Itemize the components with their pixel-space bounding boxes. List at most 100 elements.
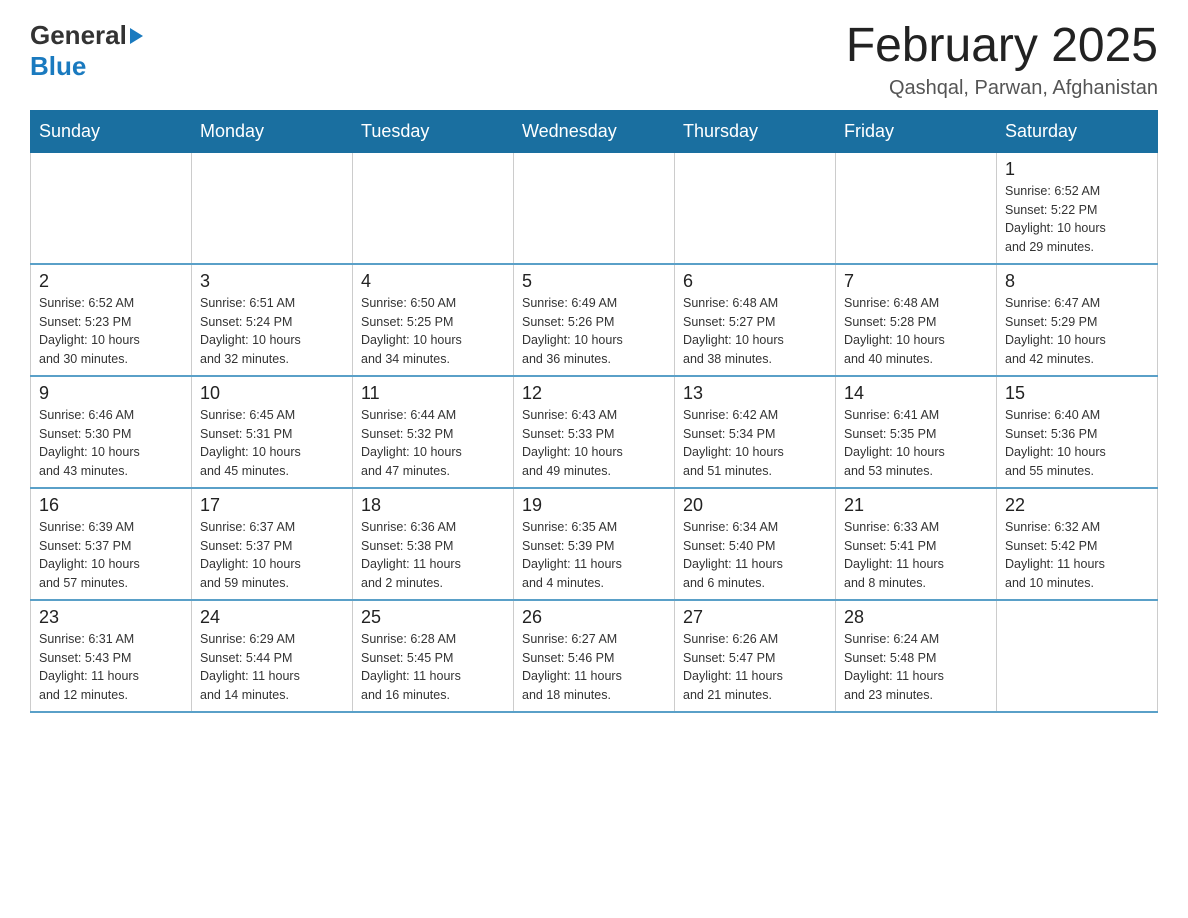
page-header: General Blue February 2025 Qashqal, Parw… [30,20,1158,100]
calendar-cell: 18Sunrise: 6:36 AM Sunset: 5:38 PM Dayli… [353,488,514,600]
calendar-cell: 15Sunrise: 6:40 AM Sunset: 5:36 PM Dayli… [997,376,1158,488]
day-info: Sunrise: 6:52 AM Sunset: 5:22 PM Dayligh… [1005,182,1149,257]
day-number: 5 [522,271,666,292]
day-info: Sunrise: 6:36 AM Sunset: 5:38 PM Dayligh… [361,518,505,593]
calendar-cell: 2Sunrise: 6:52 AM Sunset: 5:23 PM Daylig… [31,264,192,376]
day-info: Sunrise: 6:43 AM Sunset: 5:33 PM Dayligh… [522,406,666,481]
day-info: Sunrise: 6:24 AM Sunset: 5:48 PM Dayligh… [844,630,988,705]
day-info: Sunrise: 6:45 AM Sunset: 5:31 PM Dayligh… [200,406,344,481]
calendar-cell [192,152,353,264]
day-number: 20 [683,495,827,516]
calendar-cell: 13Sunrise: 6:42 AM Sunset: 5:34 PM Dayli… [675,376,836,488]
calendar-week-row: 16Sunrise: 6:39 AM Sunset: 5:37 PM Dayli… [31,488,1158,600]
day-info: Sunrise: 6:39 AM Sunset: 5:37 PM Dayligh… [39,518,183,593]
calendar-cell: 19Sunrise: 6:35 AM Sunset: 5:39 PM Dayli… [514,488,675,600]
day-number: 6 [683,271,827,292]
logo: General Blue [30,20,143,82]
day-info: Sunrise: 6:52 AM Sunset: 5:23 PM Dayligh… [39,294,183,369]
calendar-cell: 14Sunrise: 6:41 AM Sunset: 5:35 PM Dayli… [836,376,997,488]
day-info: Sunrise: 6:32 AM Sunset: 5:42 PM Dayligh… [1005,518,1149,593]
calendar-cell: 10Sunrise: 6:45 AM Sunset: 5:31 PM Dayli… [192,376,353,488]
day-info: Sunrise: 6:41 AM Sunset: 5:35 PM Dayligh… [844,406,988,481]
day-info: Sunrise: 6:37 AM Sunset: 5:37 PM Dayligh… [200,518,344,593]
day-number: 12 [522,383,666,404]
calendar-cell: 17Sunrise: 6:37 AM Sunset: 5:37 PM Dayli… [192,488,353,600]
calendar-title: February 2025 [846,20,1158,73]
calendar-cell: 5Sunrise: 6:49 AM Sunset: 5:26 PM Daylig… [514,264,675,376]
calendar-week-row: 9Sunrise: 6:46 AM Sunset: 5:30 PM Daylig… [31,376,1158,488]
day-info: Sunrise: 6:46 AM Sunset: 5:30 PM Dayligh… [39,406,183,481]
calendar-cell: 28Sunrise: 6:24 AM Sunset: 5:48 PM Dayli… [836,600,997,712]
day-number: 22 [1005,495,1149,516]
day-info: Sunrise: 6:48 AM Sunset: 5:27 PM Dayligh… [683,294,827,369]
day-info: Sunrise: 6:49 AM Sunset: 5:26 PM Dayligh… [522,294,666,369]
day-info: Sunrise: 6:47 AM Sunset: 5:29 PM Dayligh… [1005,294,1149,369]
calendar-cell: 12Sunrise: 6:43 AM Sunset: 5:33 PM Dayli… [514,376,675,488]
day-number: 3 [200,271,344,292]
calendar-cell: 3Sunrise: 6:51 AM Sunset: 5:24 PM Daylig… [192,264,353,376]
day-info: Sunrise: 6:28 AM Sunset: 5:45 PM Dayligh… [361,630,505,705]
calendar-cell: 22Sunrise: 6:32 AM Sunset: 5:42 PM Dayli… [997,488,1158,600]
day-info: Sunrise: 6:51 AM Sunset: 5:24 PM Dayligh… [200,294,344,369]
calendar-cell: 9Sunrise: 6:46 AM Sunset: 5:30 PM Daylig… [31,376,192,488]
calendar-cell: 4Sunrise: 6:50 AM Sunset: 5:25 PM Daylig… [353,264,514,376]
day-number: 26 [522,607,666,628]
calendar-cell: 25Sunrise: 6:28 AM Sunset: 5:45 PM Dayli… [353,600,514,712]
day-number: 2 [39,271,183,292]
weekday-header-wednesday: Wednesday [514,110,675,152]
calendar-cell: 26Sunrise: 6:27 AM Sunset: 5:46 PM Dayli… [514,600,675,712]
day-info: Sunrise: 6:33 AM Sunset: 5:41 PM Dayligh… [844,518,988,593]
day-number: 19 [522,495,666,516]
weekday-header-friday: Friday [836,110,997,152]
day-info: Sunrise: 6:27 AM Sunset: 5:46 PM Dayligh… [522,630,666,705]
weekday-header-sunday: Sunday [31,110,192,152]
title-block: February 2025 Qashqal, Parwan, Afghanist… [846,20,1158,100]
weekday-header-tuesday: Tuesday [353,110,514,152]
day-number: 14 [844,383,988,404]
calendar-cell [836,152,997,264]
calendar-table: SundayMondayTuesdayWednesdayThursdayFrid… [30,110,1158,713]
calendar-cell: 11Sunrise: 6:44 AM Sunset: 5:32 PM Dayli… [353,376,514,488]
day-number: 24 [200,607,344,628]
calendar-week-row: 1Sunrise: 6:52 AM Sunset: 5:22 PM Daylig… [31,152,1158,264]
day-info: Sunrise: 6:31 AM Sunset: 5:43 PM Dayligh… [39,630,183,705]
calendar-cell: 24Sunrise: 6:29 AM Sunset: 5:44 PM Dayli… [192,600,353,712]
calendar-cell: 21Sunrise: 6:33 AM Sunset: 5:41 PM Dayli… [836,488,997,600]
day-number: 16 [39,495,183,516]
day-number: 9 [39,383,183,404]
day-number: 18 [361,495,505,516]
logo-blue-text: Blue [30,51,86,81]
calendar-header-row: SundayMondayTuesdayWednesdayThursdayFrid… [31,110,1158,152]
calendar-cell [353,152,514,264]
day-number: 23 [39,607,183,628]
weekday-header-monday: Monday [192,110,353,152]
day-number: 1 [1005,159,1149,180]
calendar-cell: 16Sunrise: 6:39 AM Sunset: 5:37 PM Dayli… [31,488,192,600]
logo-general-text: General [30,20,127,51]
day-number: 28 [844,607,988,628]
weekday-header-saturday: Saturday [997,110,1158,152]
day-info: Sunrise: 6:42 AM Sunset: 5:34 PM Dayligh… [683,406,827,481]
calendar-cell: 7Sunrise: 6:48 AM Sunset: 5:28 PM Daylig… [836,264,997,376]
day-info: Sunrise: 6:26 AM Sunset: 5:47 PM Dayligh… [683,630,827,705]
logo-arrow-icon [130,28,143,44]
calendar-cell [675,152,836,264]
calendar-cell: 27Sunrise: 6:26 AM Sunset: 5:47 PM Dayli… [675,600,836,712]
day-info: Sunrise: 6:40 AM Sunset: 5:36 PM Dayligh… [1005,406,1149,481]
calendar-week-row: 23Sunrise: 6:31 AM Sunset: 5:43 PM Dayli… [31,600,1158,712]
day-info: Sunrise: 6:35 AM Sunset: 5:39 PM Dayligh… [522,518,666,593]
day-number: 13 [683,383,827,404]
calendar-cell: 23Sunrise: 6:31 AM Sunset: 5:43 PM Dayli… [31,600,192,712]
calendar-cell: 1Sunrise: 6:52 AM Sunset: 5:22 PM Daylig… [997,152,1158,264]
day-info: Sunrise: 6:48 AM Sunset: 5:28 PM Dayligh… [844,294,988,369]
day-info: Sunrise: 6:50 AM Sunset: 5:25 PM Dayligh… [361,294,505,369]
day-number: 21 [844,495,988,516]
day-info: Sunrise: 6:34 AM Sunset: 5:40 PM Dayligh… [683,518,827,593]
calendar-cell: 8Sunrise: 6:47 AM Sunset: 5:29 PM Daylig… [997,264,1158,376]
day-number: 4 [361,271,505,292]
day-number: 27 [683,607,827,628]
calendar-cell [31,152,192,264]
calendar-location: Qashqal, Parwan, Afghanistan [846,77,1158,100]
day-number: 10 [200,383,344,404]
calendar-cell: 20Sunrise: 6:34 AM Sunset: 5:40 PM Dayli… [675,488,836,600]
